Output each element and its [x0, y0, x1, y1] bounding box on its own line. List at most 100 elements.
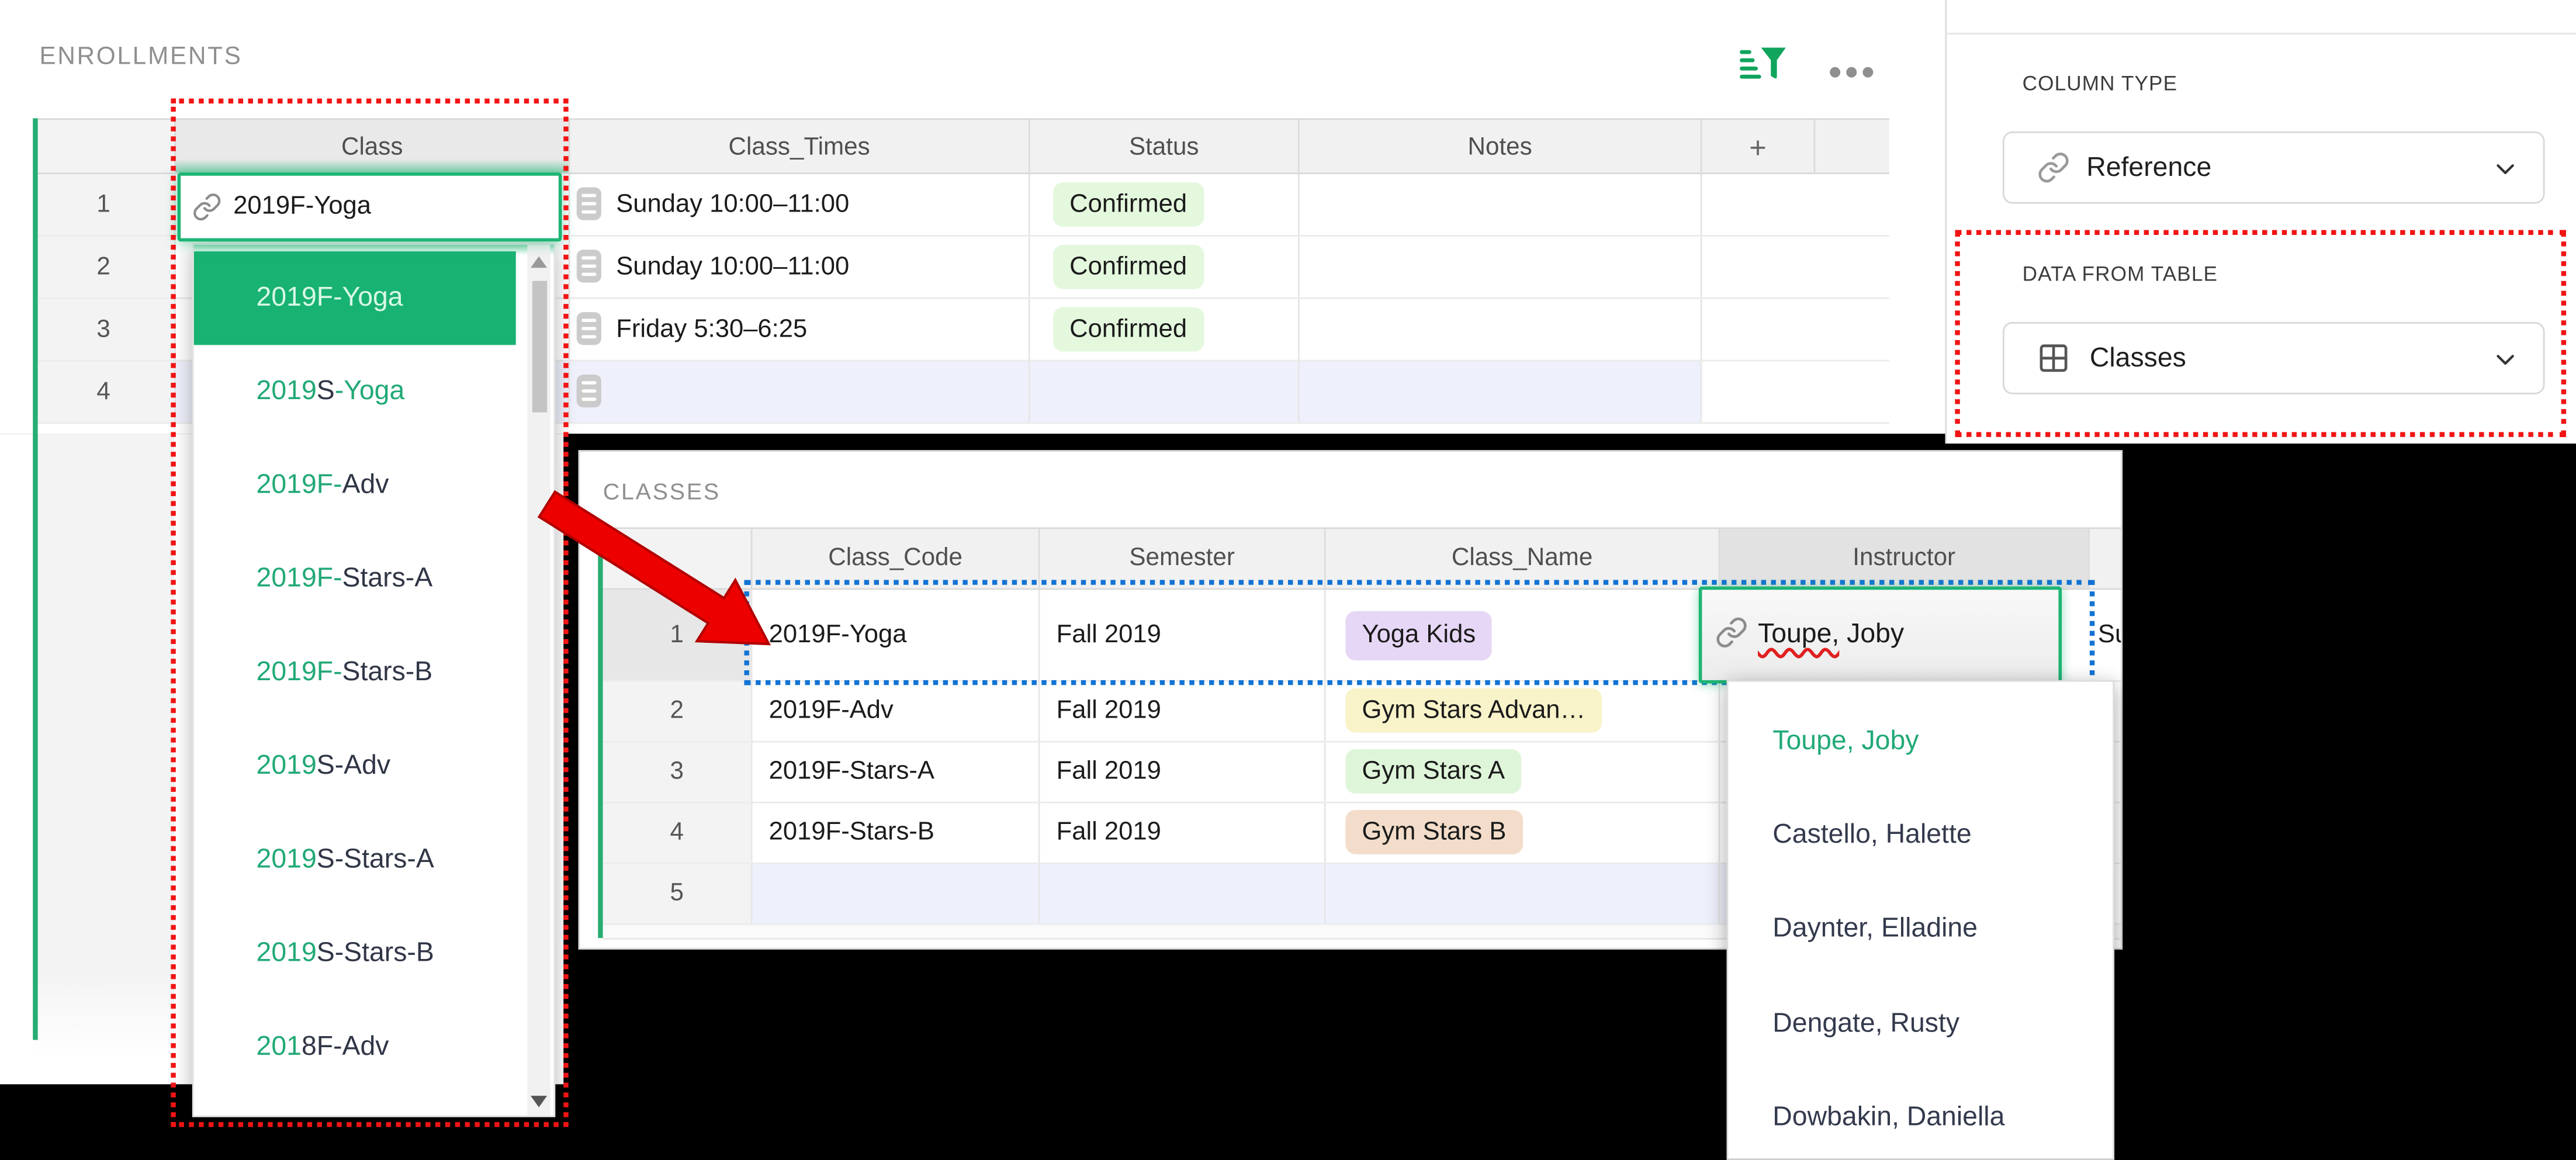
row-number[interactable]: 4	[33, 361, 174, 422]
link-icon	[1715, 616, 1748, 657]
class-option[interactable]: 2019F-Stars-B	[194, 626, 516, 719]
option-text: Stars-B	[342, 657, 433, 687]
option-text: S-Stars-A	[317, 844, 434, 874]
semester-cell[interactable]: Fall 2019	[1038, 682, 1324, 741]
class-times-value: Sunday 10:00–11:00	[616, 237, 849, 297]
column-header-class-times[interactable]: Class_Times	[569, 120, 1029, 172]
class-code-cell[interactable]: 2019F-Stars-A	[751, 743, 1038, 802]
row-number[interactable]: 4	[603, 804, 751, 863]
status-cell[interactable]: Confirmed	[1029, 174, 1298, 235]
instructor-option[interactable]: Castello, Halette	[1728, 788, 2113, 882]
status-cell[interactable]: Confirmed	[1029, 237, 1298, 297]
instructor-option-selected[interactable]: Toupe, Joby	[1728, 695, 2113, 788]
option-text: S-Stars-B	[317, 938, 434, 968]
option-matched-text: 2019	[257, 751, 317, 781]
notes-cell[interactable]	[1298, 237, 1701, 297]
scroll-down-icon[interactable]	[531, 1096, 547, 1107]
row-number[interactable]: 2	[33, 237, 174, 297]
class-option[interactable]: 2019F-Stars-A	[194, 532, 516, 626]
column-header-semester[interactable]: Semester	[1038, 529, 1324, 588]
class-code-cell[interactable]	[751, 864, 1038, 923]
class-option[interactable]: 2019S-Stars-A	[194, 813, 516, 907]
class-name-pill: Gym Stars B	[1345, 810, 1522, 854]
instructor-option[interactable]: Daynter, Elladine	[1728, 882, 2113, 976]
scrollbar[interactable]	[527, 245, 550, 1117]
column-header-instructor[interactable]: Instructor	[1719, 529, 2089, 588]
column-header-class-label: Class	[341, 133, 403, 161]
column-header-notes[interactable]: Notes	[1298, 120, 1701, 172]
semester-cell[interactable]: Fall 2019	[1038, 804, 1324, 863]
data-from-table-select[interactable]: Classes	[2003, 322, 2545, 394]
data-from-table-value: Classes	[2090, 324, 2186, 393]
class-name-cell[interactable]: Gym Stars A	[1324, 743, 1719, 802]
expand-row-icon[interactable]	[577, 187, 601, 220]
status-badge: Confirmed	[1053, 307, 1203, 352]
row-number-header[interactable]	[33, 120, 174, 172]
class-times-value: Sunday 10:00–11:00	[616, 174, 849, 235]
status-badge: Confirmed	[1053, 182, 1203, 227]
row-number[interactable]: 3	[33, 299, 174, 360]
expand-row-icon[interactable]	[577, 375, 601, 407]
classes-header-row: Class_Code Semester Class_Name Instructo…	[603, 527, 2123, 590]
semester-cell[interactable]: Fall 2019	[1038, 590, 1324, 680]
add-column-cell	[1701, 237, 1814, 297]
class-code-cell[interactable]: 2019F-Adv	[751, 682, 1038, 741]
option-text: S-Adv	[317, 751, 390, 781]
row-number-header[interactable]	[603, 529, 751, 588]
instructor-dropdown: Toupe, Joby Castello, Halette Daynter, E…	[1727, 680, 2114, 1160]
more-ellipsis-icon[interactable]	[1827, 57, 1883, 70]
row-number[interactable]: 1	[33, 174, 174, 235]
semester-cell[interactable]: Fall 2019	[1038, 743, 1324, 802]
class-name-cell[interactable]: Gym Stars Advan…	[1324, 682, 1719, 741]
class-code-cell[interactable]: 2019F-Yoga	[751, 590, 1038, 680]
class-name-cell[interactable]: Yoga Kids	[1324, 590, 1719, 680]
class-option[interactable]: 2019F-Adv	[194, 439, 516, 532]
semester-cell[interactable]	[1038, 864, 1324, 923]
add-column-cell	[1701, 299, 1814, 360]
panel-top-divider	[1947, 33, 2576, 34]
column-header-status[interactable]: Status	[1029, 120, 1298, 172]
class-code-cell[interactable]: 2019F-Stars-B	[751, 804, 1038, 863]
class-editor-cell[interactable]: 2019F-Yoga	[178, 172, 562, 241]
notes-cell[interactable]	[1298, 361, 1701, 422]
row-number[interactable]: 3	[603, 743, 751, 802]
class-times-cell[interactable]: Sunday 10:00–11:00	[569, 237, 1029, 297]
enrollments-title: ENROLLMENTS	[39, 43, 242, 71]
status-cell[interactable]	[1029, 361, 1298, 422]
instructor-option[interactable]: Dengate, Rusty	[1728, 978, 2113, 1071]
scrollbar-thumb[interactable]	[531, 281, 546, 413]
class-name-cell[interactable]: Gym Stars B	[1324, 804, 1719, 863]
column-header-add[interactable]: +	[1701, 120, 1814, 172]
class-name-cell[interactable]	[1324, 864, 1719, 923]
class-option-selected[interactable]: 2019F-Yoga	[194, 251, 516, 345]
expand-row-icon[interactable]	[577, 250, 601, 282]
option-text: Stars-A	[342, 563, 433, 593]
row-number[interactable]: 2	[603, 682, 751, 741]
instructor-option[interactable]: Dowbakin, Daniella	[1728, 1071, 2113, 1160]
status-cell[interactable]: Confirmed	[1029, 299, 1298, 360]
class-times-cell[interactable]: Friday 5:30–6:25	[569, 299, 1029, 360]
column-header-class-code[interactable]: Class_Code	[751, 529, 1038, 588]
class-option[interactable]: 2019S-Adv	[194, 719, 516, 813]
class-option[interactable]: 2018S-Stars	[194, 1088, 516, 1117]
scroll-up-icon[interactable]	[531, 257, 547, 268]
option-text: 8F-Adv	[302, 1031, 389, 1061]
column-header-class[interactable]: Class	[174, 120, 569, 172]
filter-sort-icon[interactable]	[1738, 46, 1787, 82]
instructor-editor-cell[interactable]: Toupe, Joby	[1699, 587, 2062, 684]
row-number[interactable]: 5	[603, 864, 751, 923]
expand-row-icon[interactable]	[577, 312, 601, 345]
column-header-spacer	[1814, 120, 1889, 172]
option-matched-text: 2019	[257, 844, 317, 874]
class-option[interactable]: 2018F-Adv	[194, 1000, 516, 1094]
column-header-class-name[interactable]: Class_Name	[1324, 529, 1719, 588]
row-number[interactable]: 1	[603, 590, 751, 680]
class-option[interactable]: 2019S-Yoga	[194, 345, 516, 438]
notes-cell[interactable]	[1298, 299, 1701, 360]
class-option[interactable]: 2019S-Stars-B	[194, 907, 516, 1000]
class-times-cell[interactable]: Sunday 10:00–11:00	[569, 174, 1029, 235]
notes-cell[interactable]	[1298, 174, 1701, 235]
class-times-cell[interactable]	[569, 361, 1029, 422]
column-type-select[interactable]: Reference	[2003, 131, 2545, 204]
class-editor-value: 2019F-Yoga	[233, 176, 371, 238]
